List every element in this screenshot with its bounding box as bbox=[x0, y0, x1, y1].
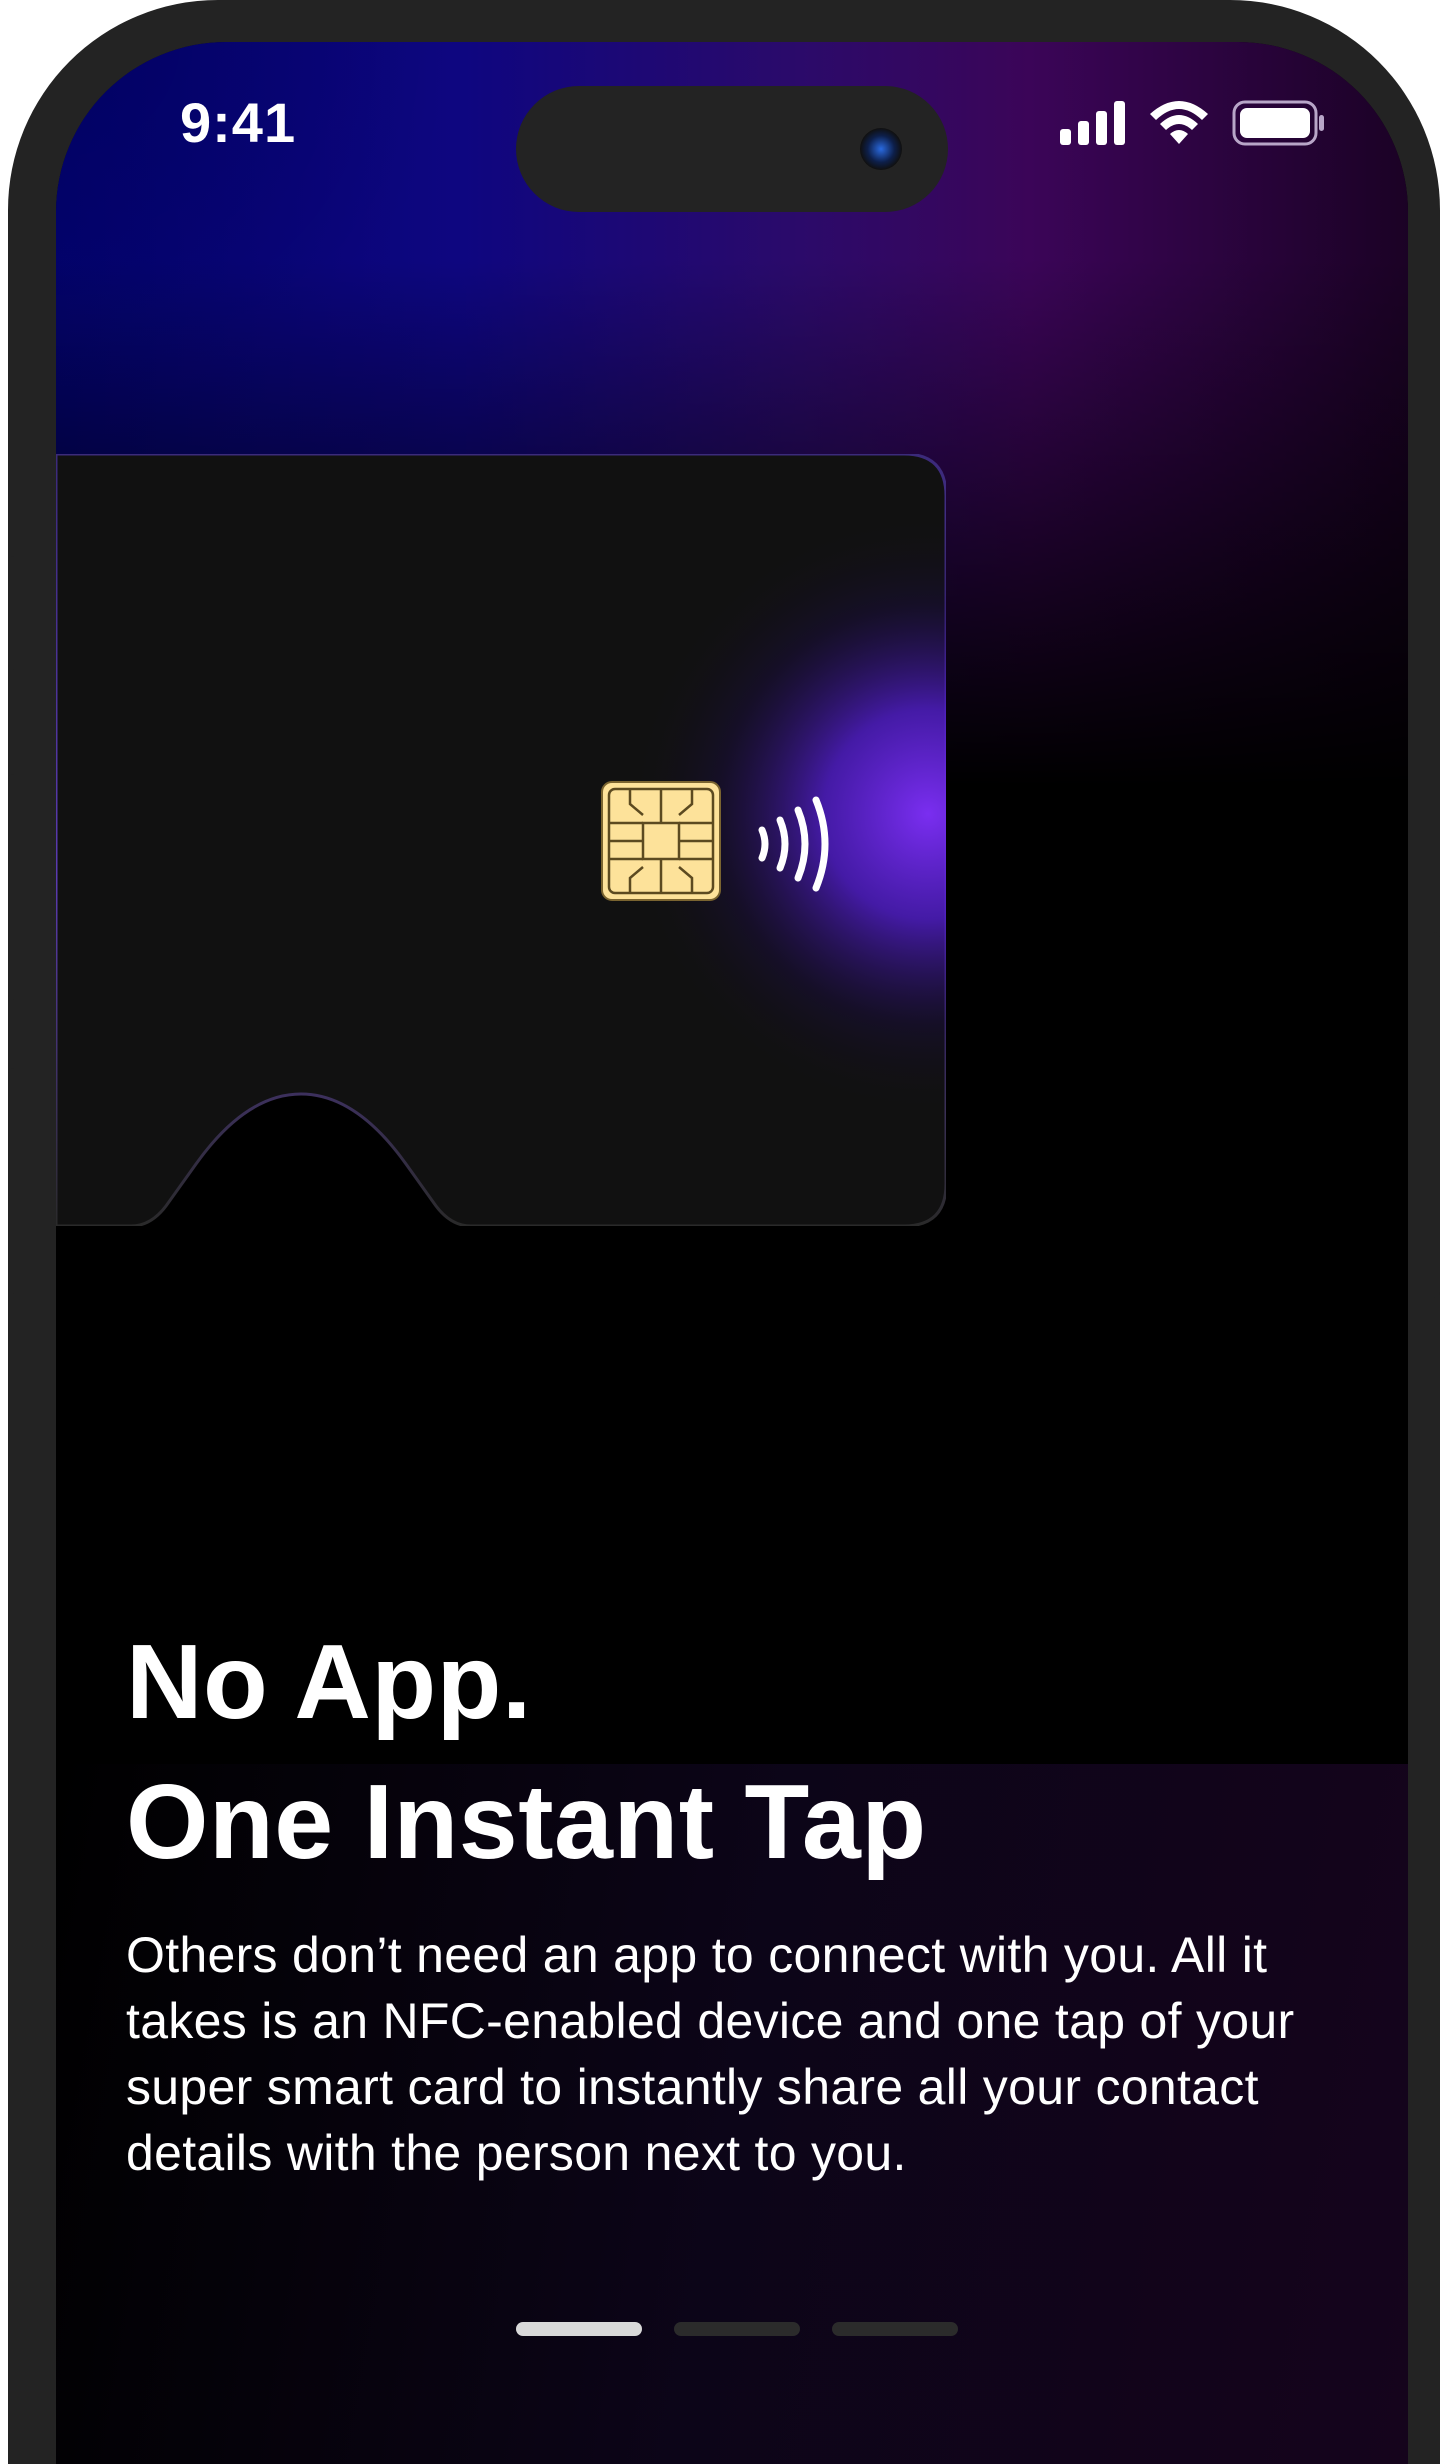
power-button bbox=[1428, 932, 1440, 1298]
action-button bbox=[8, 556, 20, 670]
status-icons bbox=[1060, 100, 1326, 146]
volume-down-button bbox=[8, 1068, 20, 1294]
onboarding-description: Others don’t need an app to connect with… bbox=[126, 1927, 1295, 2181]
sim-chip-icon bbox=[601, 781, 721, 901]
onboarding-title: No App. One Instant Tap bbox=[126, 1612, 927, 1892]
contactless-nfc-icon bbox=[758, 796, 829, 892]
page-indicator-dot-2[interactable] bbox=[674, 2322, 800, 2336]
front-camera bbox=[860, 128, 902, 170]
dynamic-island bbox=[516, 86, 948, 212]
volume-up-button bbox=[8, 774, 20, 1000]
screen: 9:41 No App. One Instant Tap Others don’… bbox=[56, 42, 1408, 2464]
title-line-1: No App. bbox=[126, 1623, 532, 1741]
cellular-signal-icon bbox=[1060, 101, 1125, 145]
wifi-icon bbox=[1150, 101, 1208, 144]
title-line-2: One Instant Tap bbox=[126, 1763, 927, 1881]
page-indicator bbox=[516, 2322, 958, 2336]
battery-icon bbox=[1232, 100, 1324, 146]
status-time: 9:41 bbox=[180, 91, 297, 154]
page-indicator-dot-1[interactable] bbox=[516, 2322, 642, 2336]
page-indicator-dot-3[interactable] bbox=[832, 2322, 958, 2336]
phone-frame: 9:41 No App. One Instant Tap Others don’… bbox=[8, 0, 1440, 2464]
